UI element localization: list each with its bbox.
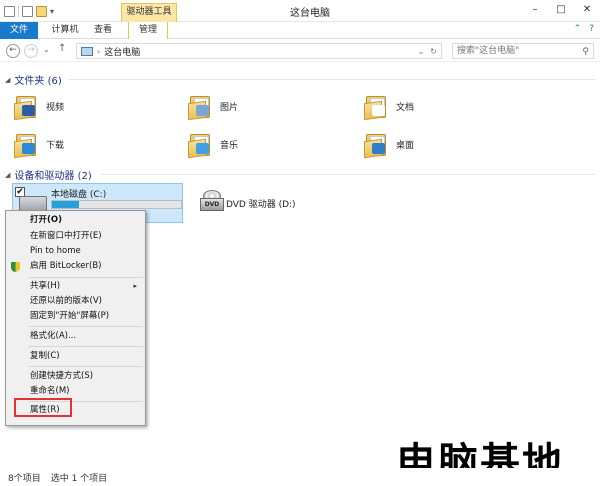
properties-highlight-box bbox=[14, 398, 72, 417]
folder-label: 下载 bbox=[46, 140, 65, 151]
tab-view[interactable]: 查看 bbox=[90, 22, 116, 39]
collapse-group-icon[interactable]: ◢ bbox=[5, 76, 10, 84]
tab-manage[interactable]: 管理 bbox=[128, 22, 168, 39]
menu-item-create-shortcut[interactable]: 创建快捷方式(S) bbox=[6, 369, 145, 384]
menu-item-pin-to-start[interactable]: 固定到"开始"屏幕(P) bbox=[6, 309, 145, 324]
context-menu: 打开(O) 在新窗口中打开(E) Pin to home 启用 BitLocke… bbox=[5, 210, 146, 426]
dvd-icon-label: DVD bbox=[200, 198, 224, 211]
menu-item-share[interactable]: 共享(H) ▸ bbox=[6, 279, 145, 294]
folders-group-header[interactable]: ◢ 文件夹 (6) bbox=[5, 72, 62, 88]
downloads-folder-icon bbox=[14, 131, 40, 159]
pictures-folder-icon bbox=[188, 93, 214, 121]
menu-item-label: 共享(H) bbox=[30, 281, 61, 291]
up-button[interactable]: ↑ bbox=[58, 43, 66, 54]
desktop-folder-icon bbox=[364, 131, 390, 159]
refresh-icon[interactable]: ↻ bbox=[430, 47, 437, 56]
window-controls: – □ ✕ bbox=[522, 0, 600, 20]
drive-usage-bar bbox=[51, 200, 182, 209]
menu-separator bbox=[28, 346, 143, 347]
properties-icon[interactable] bbox=[4, 5, 15, 17]
new-document-icon[interactable] bbox=[22, 5, 33, 17]
folder-music[interactable]: 音乐 bbox=[188, 126, 238, 162]
menu-item-pin-to-home[interactable]: Pin to home bbox=[6, 244, 145, 259]
window-title: 这台电脑 bbox=[290, 8, 330, 19]
devices-group-header[interactable]: ◢ 设备和驱动器 (2) bbox=[5, 167, 92, 183]
search-icon[interactable]: ⚲ bbox=[582, 45, 589, 59]
folder-label: 音乐 bbox=[220, 140, 239, 151]
folder-downloads[interactable]: 下载 bbox=[14, 126, 64, 162]
menu-separator bbox=[28, 326, 143, 327]
documents-folder-icon bbox=[364, 93, 390, 121]
submenu-arrow-icon: ▸ bbox=[133, 282, 137, 290]
folder-badge bbox=[372, 105, 385, 116]
folders-group-title: 文件夹 (6) bbox=[14, 76, 62, 87]
folder-label: 文档 bbox=[396, 102, 415, 113]
search-placeholder: 搜索"这台电脑" bbox=[457, 46, 520, 56]
back-button[interactable]: ← bbox=[6, 44, 20, 58]
search-input[interactable]: 搜索"这台电脑" ⚲ bbox=[452, 43, 594, 59]
menu-item-open[interactable]: 打开(O) bbox=[6, 213, 145, 228]
videos-folder-icon bbox=[14, 93, 40, 121]
drive-usage-fill bbox=[52, 201, 80, 208]
dvd-drive-icon[interactable]: DVD bbox=[200, 190, 224, 212]
expand-ribbon-icon[interactable]: ⌃ bbox=[574, 24, 582, 34]
menu-item-rename[interactable]: 重命名(M) bbox=[6, 384, 145, 399]
tab-file[interactable]: 文件 bbox=[0, 22, 38, 39]
customize-toolbar-icon[interactable]: ▾ bbox=[50, 7, 54, 16]
quick-access-toolbar: ▾ bbox=[4, 4, 54, 18]
navigation-bar: ← → ⌄ ↑ › 这台电脑 ⌄ ↻ 搜索"这台电脑" ⚲ bbox=[0, 40, 600, 62]
address-dropdown-icon[interactable]: ⌄ bbox=[418, 47, 425, 56]
breadcrumb-chevron-icon[interactable]: › bbox=[97, 47, 100, 56]
folder-badge bbox=[196, 105, 209, 116]
ribbon-tabs: 文件 计算机 查看 管理 ⌃ ? bbox=[0, 22, 600, 39]
computer-icon bbox=[81, 46, 93, 56]
folder-badge bbox=[22, 143, 35, 154]
drive-tools-context-tab: 驱动器工具 bbox=[121, 3, 177, 22]
minimize-button[interactable]: – bbox=[522, 0, 548, 20]
menu-item-bitlocker[interactable]: 启用 BitLocker(B) bbox=[6, 259, 145, 274]
menu-item-copy[interactable]: 复制(C) bbox=[6, 349, 145, 364]
shield-icon bbox=[11, 262, 20, 272]
folder-badge bbox=[22, 105, 35, 116]
status-bar: 8个项目 选中 1 个项目 bbox=[0, 468, 600, 486]
menu-item-label: 启用 BitLocker(B) bbox=[30, 261, 102, 271]
title-bar: ▾ 驱动器工具 这台电脑 – □ ✕ bbox=[0, 0, 600, 22]
group-divider bbox=[100, 174, 596, 175]
folder-pictures[interactable]: 图片 bbox=[188, 88, 238, 124]
collapse-group-icon[interactable]: ◢ bbox=[5, 171, 10, 179]
maximize-button[interactable]: □ bbox=[548, 0, 574, 20]
item-count: 8个项目 bbox=[8, 474, 41, 484]
recent-locations-button[interactable]: ⌄ bbox=[43, 45, 50, 54]
menu-separator bbox=[28, 277, 143, 278]
ribbon-right-controls: ⌃ ? bbox=[574, 24, 594, 34]
selected-count: 选中 1 个项目 bbox=[50, 474, 108, 484]
address-bar[interactable]: › 这台电脑 ⌄ ↻ bbox=[76, 43, 442, 59]
menu-item-format[interactable]: 格式化(A)... bbox=[6, 329, 145, 344]
folder-documents[interactable]: 文档 bbox=[364, 88, 414, 124]
group-divider bbox=[68, 79, 596, 80]
menu-item-restore-versions[interactable]: 还原以前的版本(V) bbox=[6, 294, 145, 309]
folder-badge bbox=[196, 143, 209, 154]
menu-separator bbox=[28, 366, 143, 367]
folder-label: 图片 bbox=[220, 102, 239, 113]
folder-badge bbox=[372, 143, 385, 154]
forward-button[interactable]: → bbox=[24, 44, 38, 58]
folder-videos[interactable]: 视频 bbox=[14, 88, 64, 124]
help-icon[interactable]: ? bbox=[589, 24, 594, 34]
music-folder-icon bbox=[188, 131, 214, 159]
breadcrumb-this-pc[interactable]: 这台电脑 bbox=[104, 45, 140, 58]
tab-computer[interactable]: 计算机 bbox=[45, 22, 85, 39]
close-button[interactable]: ✕ bbox=[574, 0, 600, 20]
folder-label: 桌面 bbox=[396, 140, 415, 151]
menu-item-open-new-window[interactable]: 在新窗口中打开(E) bbox=[6, 229, 145, 244]
drive-name: 本地磁盘 (C:) bbox=[51, 190, 107, 200]
dvd-drive-name[interactable]: DVD 驱动器 (D:) bbox=[226, 197, 296, 210]
devices-group-title: 设备和驱动器 (2) bbox=[14, 171, 92, 182]
toolbar-separator bbox=[18, 5, 19, 17]
folder-label: 视频 bbox=[46, 102, 65, 113]
new-folder-icon[interactable] bbox=[36, 5, 47, 17]
folder-desktop[interactable]: 桌面 bbox=[364, 126, 414, 162]
